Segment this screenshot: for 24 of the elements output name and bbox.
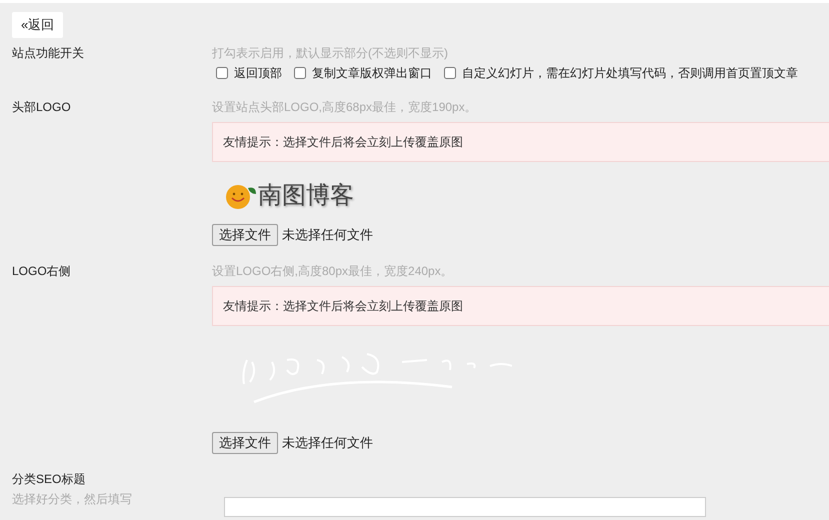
field-label: 分类SEO标题 <box>12 471 86 488</box>
file-status: 未选择任何文件 <box>282 226 373 244</box>
checkbox-label[interactable]: 自定义幻灯片，需在幻灯片处填写代码，否则调用首页置顶文章 <box>462 64 798 82</box>
choose-file-button[interactable]: 选择文件 <box>212 224 278 246</box>
checkbox-label[interactable]: 复制文章版权弹出窗口 <box>312 64 432 82</box>
back-button[interactable]: «返回 <box>12 12 64 38</box>
field-hint: 设置LOGO右侧,高度80px最佳，宽度240px。 <box>212 263 454 280</box>
checkbox[interactable] <box>294 67 306 79</box>
notice-text: 友情提示：选择文件后将会立刻上传覆盖原图 <box>223 134 463 151</box>
notice-text: 友情提示：选择文件后将会立刻上传覆盖原图 <box>223 298 463 315</box>
field-hint: 打勾表示启用，默认显示部分(不选则不显示) <box>212 45 449 62</box>
text-field[interactable] <box>224 497 706 517</box>
checkbox-label[interactable]: 返回顶部 <box>234 64 282 82</box>
logo-text: 南图博客 <box>258 181 354 211</box>
fruit-mascot-icon <box>224 182 258 210</box>
checkbox[interactable] <box>444 67 456 79</box>
choose-file-button[interactable]: 选择文件 <box>212 432 278 454</box>
field-label: 站点功能开关 <box>12 45 85 62</box>
field-label: LOGO右侧 <box>12 263 72 280</box>
field-label: 头部LOGO <box>12 99 72 116</box>
field-hint: 选择好分类，然后填写 <box>12 491 133 508</box>
file-status: 未选择任何文件 <box>282 434 373 452</box>
field-hint: 设置站点头部LOGO,高度68px最佳，宽度190px。 <box>212 99 478 116</box>
checkbox[interactable] <box>216 67 228 79</box>
